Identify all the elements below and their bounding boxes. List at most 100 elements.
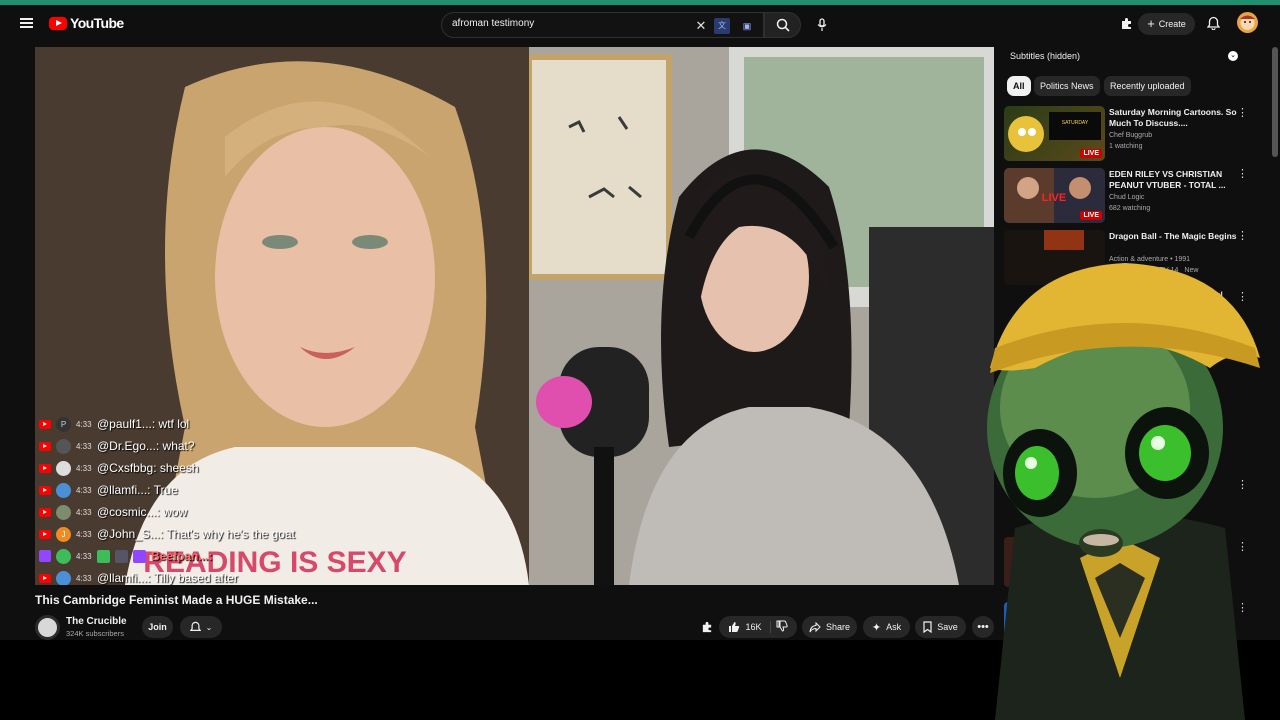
extension-puzzle-icon[interactable]: [1117, 14, 1135, 32]
search-icon: [776, 18, 790, 32]
more-vertical-icon[interactable]: ⋮: [1237, 229, 1248, 243]
search-button[interactable]: [764, 12, 801, 38]
youtube-badge-icon: [39, 529, 51, 539]
chat-row: 4:33 @llamfi...: Tilly based after: [39, 567, 329, 585]
twitch-badge-icon: [39, 550, 51, 562]
scrollbar[interactable]: [1272, 47, 1278, 157]
ask-button[interactable]: ✦ Ask: [863, 616, 910, 638]
channel-avatar[interactable]: [35, 615, 60, 640]
chat-extension-icon[interactable]: ▣: [738, 18, 756, 34]
chip-all[interactable]: All: [1007, 76, 1031, 96]
video-thumbnail[interactable]: LIVE LIVE: [1004, 168, 1105, 223]
save-button[interactable]: Save: [915, 616, 966, 638]
content-rating: TV-14: [1159, 267, 1179, 274]
youtube-app: YouTube afroman testimony ✕ 文 ▣ + Create: [0, 0, 1280, 640]
chevron-down-icon: ⌄: [205, 622, 213, 632]
chat-time: 4:33: [76, 419, 92, 429]
recommendation-item[interactable]: SATURDAY LIVE Saturday Morning Cartoons.…: [1004, 106, 1249, 164]
account-avatar[interactable]: [1237, 12, 1258, 33]
recommendation-channel: Action & adventure • 1991: [1109, 256, 1191, 263]
more-actions-button[interactable]: •••: [972, 616, 994, 638]
svg-text:SATURDAY: SATURDAY: [1062, 120, 1089, 126]
menu-icon[interactable]: [14, 13, 40, 33]
join-button[interactable]: Join: [142, 616, 173, 638]
partial-title-text: trial: [1209, 290, 1223, 299]
svg-text:LIVE: LIVE: [1042, 192, 1066, 204]
video-thumbnail[interactable]: SATURDAY LIVE: [1004, 106, 1105, 161]
more-vertical-icon[interactable]: ⋮: [1237, 106, 1248, 120]
like-button[interactable]: 16K: [728, 621, 771, 633]
chat-row: 4:33 @cosmic...: wow: [39, 501, 329, 523]
ask-label: Ask: [886, 622, 902, 632]
chat-row: J 4:33 @John_S...: That's why he's the g…: [39, 523, 329, 545]
video-thumbnail[interactable]: [1004, 602, 1034, 640]
subscribe-bell-button[interactable]: ⌄: [180, 616, 222, 638]
recommendation-channel[interactable]: Chef Buggrub: [1109, 132, 1152, 139]
chip-politics-news[interactable]: Politics News: [1034, 76, 1100, 96]
chat-row: 4:33 @Cxsfbbg: sheesh: [39, 457, 329, 479]
notifications-icon[interactable]: [1204, 14, 1222, 32]
recommendation-item[interactable]: Dragon Ball - The Magic Begins Action & …: [1004, 230, 1249, 288]
clear-search-icon[interactable]: ✕: [694, 19, 708, 33]
youtube-logo[interactable]: YouTube: [49, 15, 124, 31]
like-dislike-group: 16K: [719, 616, 797, 638]
youtube-badge-icon: [39, 573, 51, 583]
video-thumbnail[interactable]: [1004, 230, 1105, 285]
youtube-badge-icon: [39, 441, 51, 451]
recommendation-channel[interactable]: Chud Logic: [1109, 194, 1144, 201]
recommendation-title[interactable]: Saturday Morning Cartoons. So Much To Di…: [1109, 107, 1239, 129]
subtitles-status: Subtitles (hidden): [1010, 51, 1081, 61]
create-button[interactable]: + Create: [1138, 13, 1195, 35]
new-badge: New: [1184, 267, 1199, 274]
masthead: YouTube afroman testimony ✕ 文 ▣ + Create: [0, 5, 1280, 42]
channel-name[interactable]: The Crucible: [66, 616, 127, 627]
chat-time: 4:33: [76, 463, 92, 473]
chat-time: 4:33: [76, 507, 92, 517]
live-badge: LIVE: [1080, 211, 1102, 220]
chat-time: 4:33: [76, 485, 92, 495]
more-vertical-icon[interactable]: ⋮: [1237, 167, 1248, 181]
chat-time: 4:33: [76, 441, 92, 451]
video-title: This Cambridge Feminist Made a HUGE Mist…: [35, 593, 318, 607]
extension-puzzle-icon[interactable]: [700, 620, 714, 634]
chat-avatar: [56, 438, 71, 454]
free-with-ads-label: Free with ads: [1109, 267, 1154, 274]
youtube-badge-icon: [39, 463, 51, 473]
more-horizontal-icon: •••: [977, 621, 989, 633]
more-vertical-icon[interactable]: ⋮: [1237, 601, 1248, 615]
youtube-badge-icon: [39, 419, 51, 429]
live-badge: LIVE: [1080, 149, 1102, 158]
dragon-ball-thumbnail-image: [1004, 230, 1105, 285]
more-vertical-icon[interactable]: ⋮: [1237, 478, 1248, 492]
video-player[interactable]: READING IS SEXY P 4:33 @paulf1...: wtf l…: [35, 47, 994, 585]
video-thumbnail[interactable]: [1004, 537, 1024, 587]
partial-meta-text: 2025: [1173, 565, 1189, 572]
search-input[interactable]: afroman testimony: [452, 18, 534, 29]
thumbs-down-icon: [776, 620, 788, 632]
youtube-badge-icon: [39, 485, 51, 495]
recommendation-item[interactable]: LIVE LIVE EDEN RILEY VS CHRISTIAN PEANUT…: [1004, 168, 1249, 226]
voice-search-button[interactable]: [808, 12, 836, 38]
chat-time: 4:33: [76, 529, 92, 539]
chat-avatar: P: [56, 416, 71, 432]
chat-emote-icon: [133, 549, 146, 563]
translate-extension-icon[interactable]: 文: [714, 18, 730, 34]
chip-recently-uploaded[interactable]: Recently uploaded: [1104, 76, 1191, 96]
recommendation-title[interactable]: EDEN RILEY VS CHRISTIAN PEANUT VTUBER - …: [1109, 169, 1239, 191]
search-box[interactable]: afroman testimony ✕ 文 ▣: [441, 12, 764, 38]
chat-message: Beefpan...:: [151, 549, 213, 563]
chevron-down-circle-icon[interactable]: ⌄: [1228, 51, 1238, 61]
share-button[interactable]: Share: [802, 616, 857, 638]
chat-avatar: [56, 482, 71, 498]
chat-avatar: [56, 548, 71, 564]
dislike-button[interactable]: [776, 620, 788, 634]
right-webcam-pane: [529, 47, 994, 585]
more-vertical-icon[interactable]: ⋮: [1237, 540, 1248, 554]
more-vertical-icon[interactable]: ⋮: [1237, 290, 1248, 304]
youtube-play-icon: [49, 16, 67, 30]
chat-message: @Dr.Ego...: what?: [97, 439, 195, 453]
chat-row: P 4:33 @paulf1...: wtf lol: [39, 413, 329, 435]
chat-message: @paulf1...: wtf lol: [97, 417, 190, 431]
recommendation-title[interactable]: Dragon Ball - The Magic Begins: [1109, 231, 1239, 242]
like-count: 16K: [745, 622, 762, 632]
